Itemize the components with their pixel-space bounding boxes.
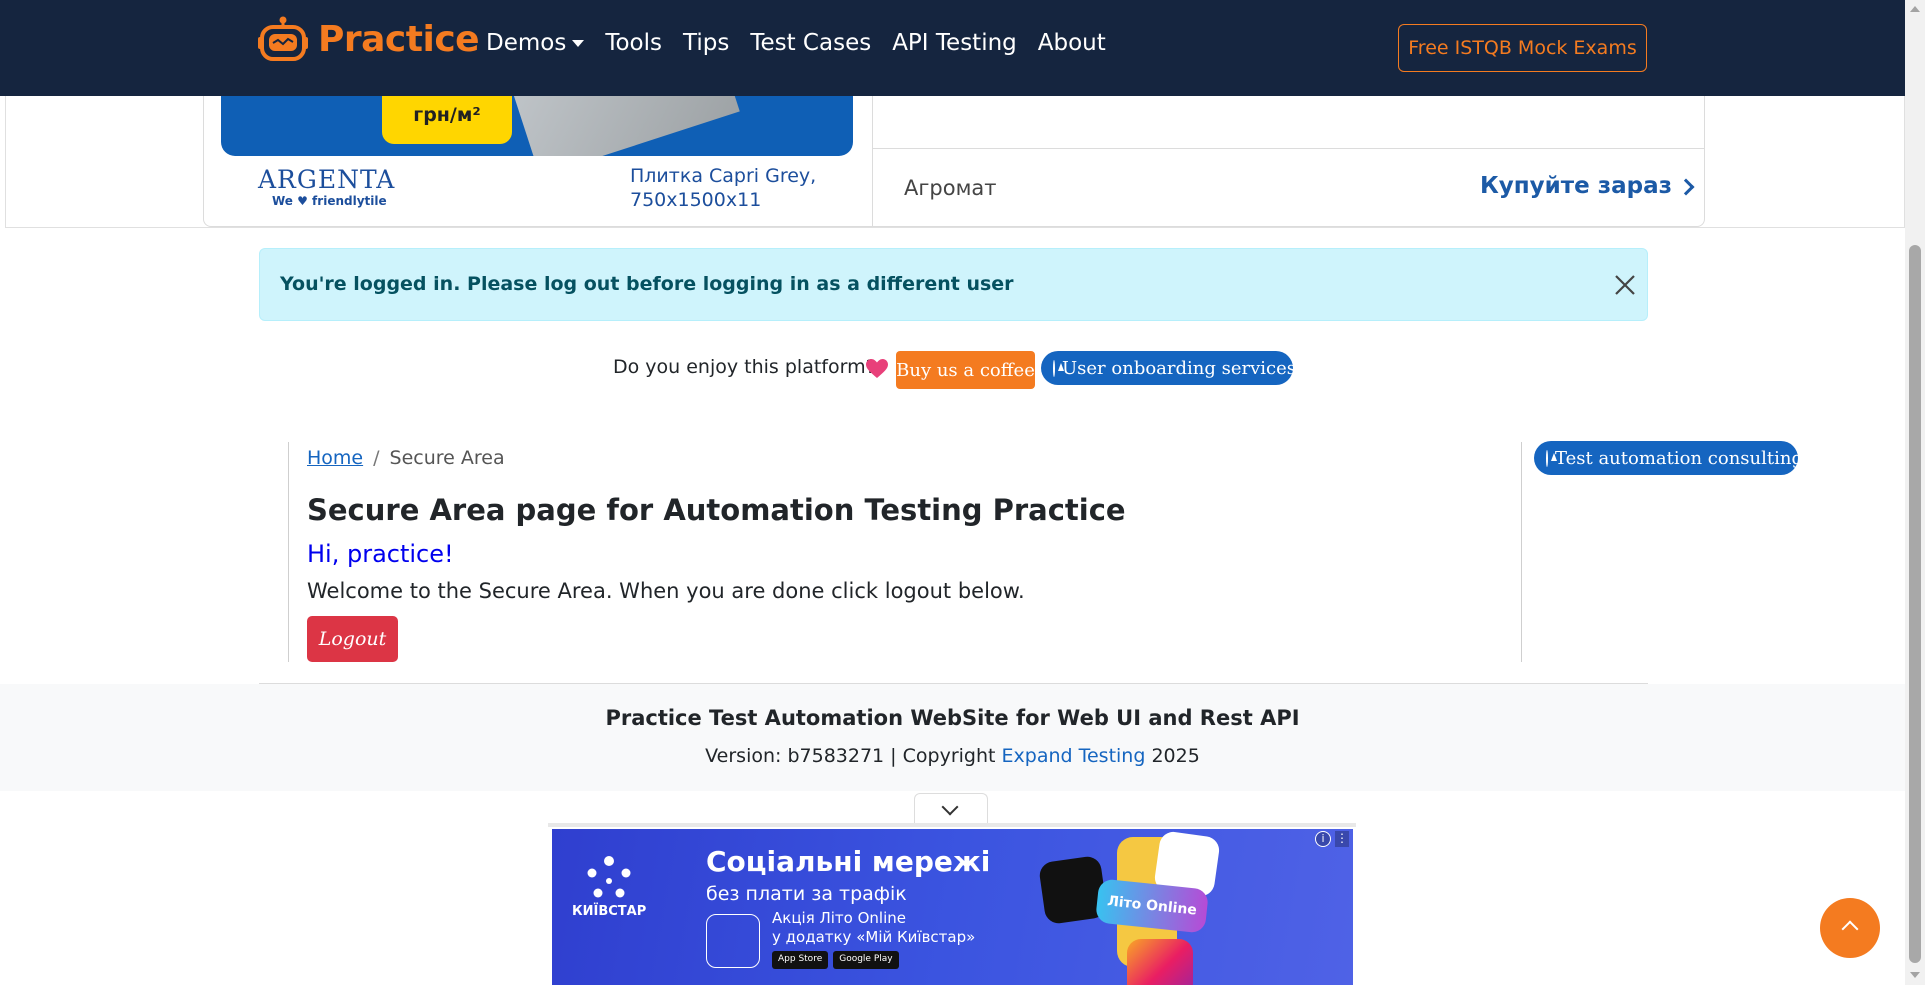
- nav-about[interactable]: About: [1038, 30, 1106, 56]
- breadcrumb: Home / Secure Area: [307, 447, 505, 469]
- top-advertisement[interactable]: грн/м² ARGENTA We ♥ friendlytile Плитка …: [5, 96, 1905, 228]
- ad-seller: Агромат: [904, 176, 997, 200]
- ad-product-line1: Плитка Capri Grey,: [630, 165, 817, 187]
- robot-logo-icon: [258, 16, 308, 61]
- footer-version: Version: b7583271 | Copyright Expand Tes…: [0, 745, 1905, 767]
- expand-testing-link[interactable]: Expand Testing: [1002, 745, 1146, 767]
- ad-promo-text: Акція Літо Online у додатку «Мій Київста…: [772, 909, 975, 947]
- ad-brand-tagline: We ♥ friendlytile: [272, 194, 387, 208]
- logged-in-alert: You're logged in. Please log out before …: [259, 248, 1648, 321]
- ad-buy-now-link[interactable]: Купуйте зараз: [1480, 173, 1695, 199]
- nav-tools[interactable]: Tools: [605, 30, 662, 56]
- ad-buy-label: Купуйте зараз: [1480, 173, 1672, 199]
- ad-more-icon[interactable]: ⋮: [1335, 831, 1349, 847]
- page-scrollbar[interactable]: [1905, 0, 1925, 985]
- ad-subheadline: без плати за трафік: [706, 883, 907, 905]
- user-onboarding-button[interactable]: User onboarding services: [1041, 351, 1297, 385]
- bottom-advertisement[interactable]: КИЇВСТАР Соціальні мережі без плати за т…: [552, 829, 1353, 985]
- ad-product-line2: 750x1500x11: [630, 189, 762, 211]
- test-automation-consulting-button[interactable]: Test automation consulting: [1534, 441, 1803, 475]
- ad-brand-logo: ARGENTA We ♥ friendlytile: [258, 165, 395, 208]
- app-store-badge: App Store: [772, 951, 829, 969]
- ad-product-name: Плитка Capri Grey, 750x1500x11: [630, 164, 816, 212]
- user-greeting: Hi, practice!: [307, 540, 454, 568]
- ad-divider-horizontal: [872, 148, 1704, 149]
- alert-message: You're logged in. Please log out before …: [280, 273, 1014, 295]
- store-badges: App Store Google Play: [772, 951, 904, 969]
- content-border-right: [1521, 442, 1522, 662]
- chevron-up-icon: [1841, 920, 1859, 938]
- ad-bottom-shadow: [548, 823, 1356, 827]
- nav-test-cases[interactable]: Test Cases: [750, 30, 871, 56]
- kyivstar-logo-icon: [587, 856, 631, 898]
- logout-button[interactable]: Logout: [307, 616, 398, 662]
- kyivstar-app-icon: [706, 914, 760, 968]
- footer: Practice Test Automation WebSite for Web…: [0, 684, 1905, 791]
- arrow-up-circle-icon: [1546, 449, 1557, 467]
- scrollbar-thumb[interactable]: [1909, 245, 1921, 963]
- scroll-down-arrow-icon[interactable]: [1910, 972, 1920, 978]
- footer-year: 2025: [1145, 745, 1200, 767]
- ad-promo-line2: у додатку «Мій Київстар»: [772, 928, 976, 946]
- nav-tips[interactable]: Tips: [683, 30, 729, 56]
- page-title: Secure Area page for Automation Testing …: [307, 493, 1126, 527]
- buy-coffee-button[interactable]: Buy us a coffee: [896, 351, 1035, 389]
- istqb-mock-exams-button[interactable]: Free ISTQB Mock Exams: [1398, 24, 1647, 72]
- heart-icon: [866, 359, 888, 378]
- breadcrumb-separator: /: [373, 447, 380, 469]
- user-onboarding-label: User onboarding services: [1062, 357, 1297, 379]
- ad-promo-line1: Акція Літо Online: [772, 909, 907, 927]
- navbar: Practice Demos Tools Tips Test Cases API…: [0, 0, 1905, 96]
- nav-demos-dropdown[interactable]: Demos: [486, 30, 585, 56]
- ad-headline: Соціальні мережі: [706, 845, 991, 878]
- ad-price-tag: грн/м²: [382, 96, 512, 144]
- ad-info-icon[interactable]: i: [1315, 831, 1331, 847]
- nav-demos-label: Demos: [486, 30, 567, 56]
- scroll-up-arrow-icon[interactable]: [1910, 6, 1920, 12]
- ad-divider: [872, 96, 873, 226]
- ad-collapse-button[interactable]: [914, 793, 988, 825]
- nav-api-testing[interactable]: API Testing: [892, 30, 1017, 56]
- chevron-right-icon: [1677, 178, 1695, 196]
- scroll-to-top-button[interactable]: [1820, 898, 1880, 958]
- ad-tile-image: [512, 96, 740, 156]
- nav-links: Demos Tools Tips Test Cases API Testing …: [486, 30, 1127, 56]
- ad-banner-image[interactable]: грн/м²: [221, 96, 853, 156]
- enjoy-platform-text: Do you enjoy this platform?: [613, 356, 876, 378]
- ad-brand-name: КИЇВСТАР: [572, 904, 647, 919]
- ad-brand-name: ARGENTA: [258, 165, 396, 194]
- brand-name: Practice: [318, 18, 480, 60]
- close-icon[interactable]: [1613, 273, 1637, 297]
- breadcrumb-home-link[interactable]: Home: [307, 447, 363, 469]
- footer-title: Practice Test Automation WebSite for Web…: [605, 706, 1300, 730]
- consulting-label: Test automation consulting: [1555, 447, 1803, 469]
- ad-card[interactable]: грн/м² ARGENTA We ♥ friendlytile Плитка …: [203, 96, 1705, 227]
- welcome-message: Welcome to the Secure Area. When you are…: [307, 579, 1025, 603]
- chevron-down-icon: [941, 798, 959, 816]
- content-border-left: [288, 442, 289, 662]
- arrow-up-circle-icon: [1053, 359, 1064, 377]
- breadcrumb-current: Secure Area: [389, 447, 505, 469]
- footer-version-text: Version: b7583271 | Copyright: [705, 745, 1002, 767]
- brand-logo-link[interactable]: Practice: [258, 16, 480, 62]
- google-play-badge: Google Play: [833, 951, 899, 969]
- caret-down-icon: [572, 40, 585, 47]
- instagram-icon: [1127, 939, 1193, 985]
